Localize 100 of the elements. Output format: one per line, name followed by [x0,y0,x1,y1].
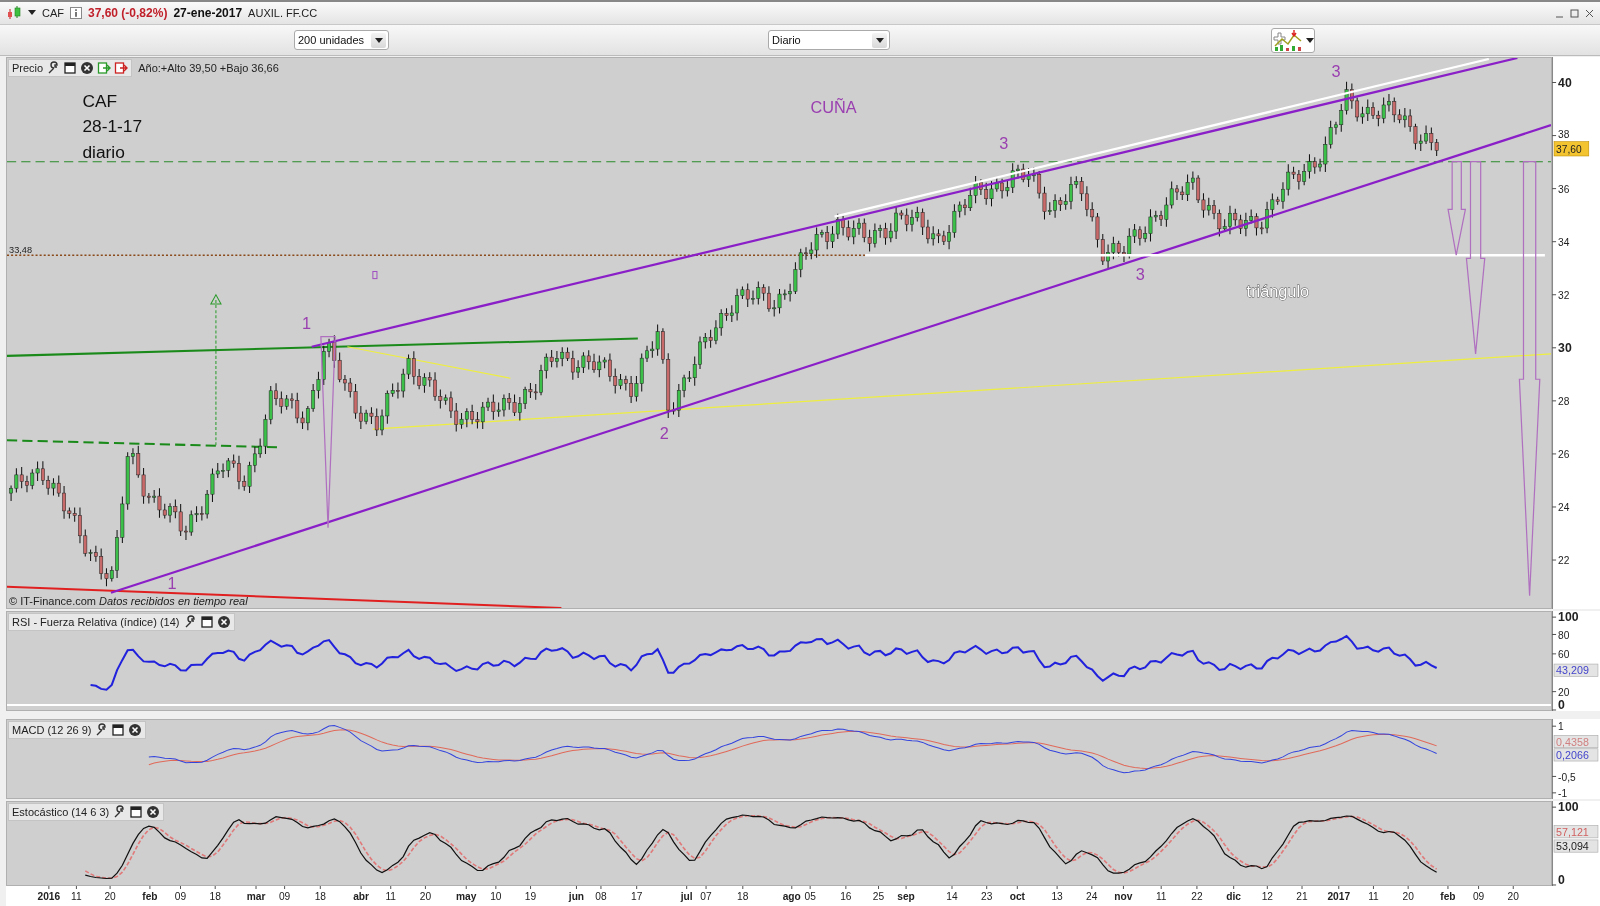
last-price-badge: 37,60 [1553,141,1590,157]
wave-label: 2 [659,424,669,443]
axis-label: 100 [1558,611,1579,625]
axis-label: 25 [872,891,885,902]
window-icon[interactable] [63,61,78,75]
axis-label: 18 [314,891,326,902]
wrench-icon[interactable] [112,805,127,819]
axis-label: 08 [595,891,607,902]
wave-label: 3 [999,134,1009,153]
value-badge: 0,4358 [1553,735,1599,749]
axis-label: 18 [209,891,221,902]
axis-label: 24 [1086,891,1098,902]
axis-label: 32 [1558,289,1570,301]
axis-label: 12 [1261,891,1273,902]
axis-label: 10 [490,891,502,902]
axis-label: 1 [1558,721,1564,733]
close-icon[interactable] [1585,8,1594,18]
value-badge: 0,2066 [1553,748,1599,762]
axis-label: sep [897,891,915,902]
wrench-icon[interactable] [46,61,61,75]
axis-label: 26 [1558,449,1570,460]
export-icon[interactable] [114,61,129,75]
wave-label: 3 [1331,62,1341,81]
axis-label: 05 [804,891,816,902]
axis-label: 0 [1558,697,1565,711]
note-text: 28-1-17 [82,116,143,137]
axis-label: feb [1440,891,1456,902]
window-icon[interactable] [111,723,126,737]
axis-label: 07 [700,891,712,902]
caret-icon [374,37,383,43]
axis-label: 17 [631,891,643,902]
window-icon[interactable] [199,615,214,629]
axis-label: 20 [104,891,116,902]
axis-label: 09 [174,891,187,902]
axis-label: feb [142,891,158,902]
close-icon[interactable] [80,61,95,75]
caret-icon[interactable] [28,10,36,16]
export-icon[interactable] [97,61,112,75]
axis-label: abr [353,891,370,902]
axis-label: 09 [1472,891,1485,902]
value-badge: 53,094 [1553,839,1599,853]
axis-label: 18 [737,891,749,902]
axis-label: 22 [1558,555,1570,567]
pattern-label: CUÑA [810,97,857,116]
axis-label: 16 [840,891,852,902]
axis-label: 22 [1191,891,1203,902]
level-label: 33,48 [9,245,32,256]
axis-label: nov [1114,891,1133,902]
axis-label: 100 [1558,801,1579,815]
value-badge: 43,209 [1553,663,1599,677]
axis-label: 19 [524,891,537,902]
axis-label: 24 [1558,502,1570,514]
axis-label: 38 [1558,128,1570,140]
maximize-icon[interactable] [1570,8,1579,18]
period-select[interactable]: Diario [768,30,890,50]
axis-label: 11 [385,891,396,902]
symbol-label: CAF [42,7,64,19]
candlestick-icon[interactable] [6,6,22,20]
window-icon[interactable] [129,805,144,819]
marker-icon [372,271,378,280]
axis-label: 2017 [1327,891,1351,902]
chart-tools-button[interactable] [1271,28,1315,53]
close-icon[interactable] [128,723,143,737]
axis-label: 21 [1296,891,1308,902]
panel-title: MACD (12 26 9) [12,724,92,736]
panel-title: Estocástico (14 6 3) [12,806,110,818]
axis-label: -0,5 [1558,771,1576,783]
axis-label: ago [782,891,801,902]
axis-label: 2016 [37,891,61,902]
axis-label: 20 [1507,891,1519,902]
axis-label: 60 [1558,648,1570,660]
units-select[interactable]: 200 unidades [294,30,389,50]
axis-label: mar [246,891,266,902]
axis-label: -1 [1558,787,1568,799]
wrench-icon[interactable] [94,723,109,737]
chart-tools-icon [1272,29,1304,52]
axis-label: 40 [1558,75,1572,90]
note-text: diario [82,141,125,162]
wave-label: 1 [302,314,312,333]
axis-label: 20 [1402,891,1414,902]
axis-label: 11 [71,891,82,902]
axis-label: 20 [1558,686,1570,698]
panel-title: RSI - Fuerza Relativa (índice) (14) [12,616,180,628]
pattern-label: triángulo [1246,281,1310,300]
info-icon[interactable] [70,7,82,19]
axis-label: dic [1226,891,1241,902]
close-icon[interactable] [216,615,231,629]
axis-label: 80 [1558,629,1570,641]
axis-label: 11 [1368,891,1379,902]
axis-label: oct [1009,891,1025,902]
market-label: AUXIL. FF.CC [248,7,318,19]
caret-icon [1306,38,1314,43]
axis-label: 14 [946,891,958,902]
axis-label: 11 [1155,891,1167,902]
wave-label: 1 [167,573,177,592]
data-credit: © IT-Finance.com Datos recibidos en tiempo real [9,595,248,607]
axis-label: 28 [1558,395,1570,407]
year-range: Año:+Alto 39,50 +Bajo 36,66 [138,62,279,74]
close-icon[interactable] [146,805,161,819]
axis-label: 13 [1051,891,1063,902]
